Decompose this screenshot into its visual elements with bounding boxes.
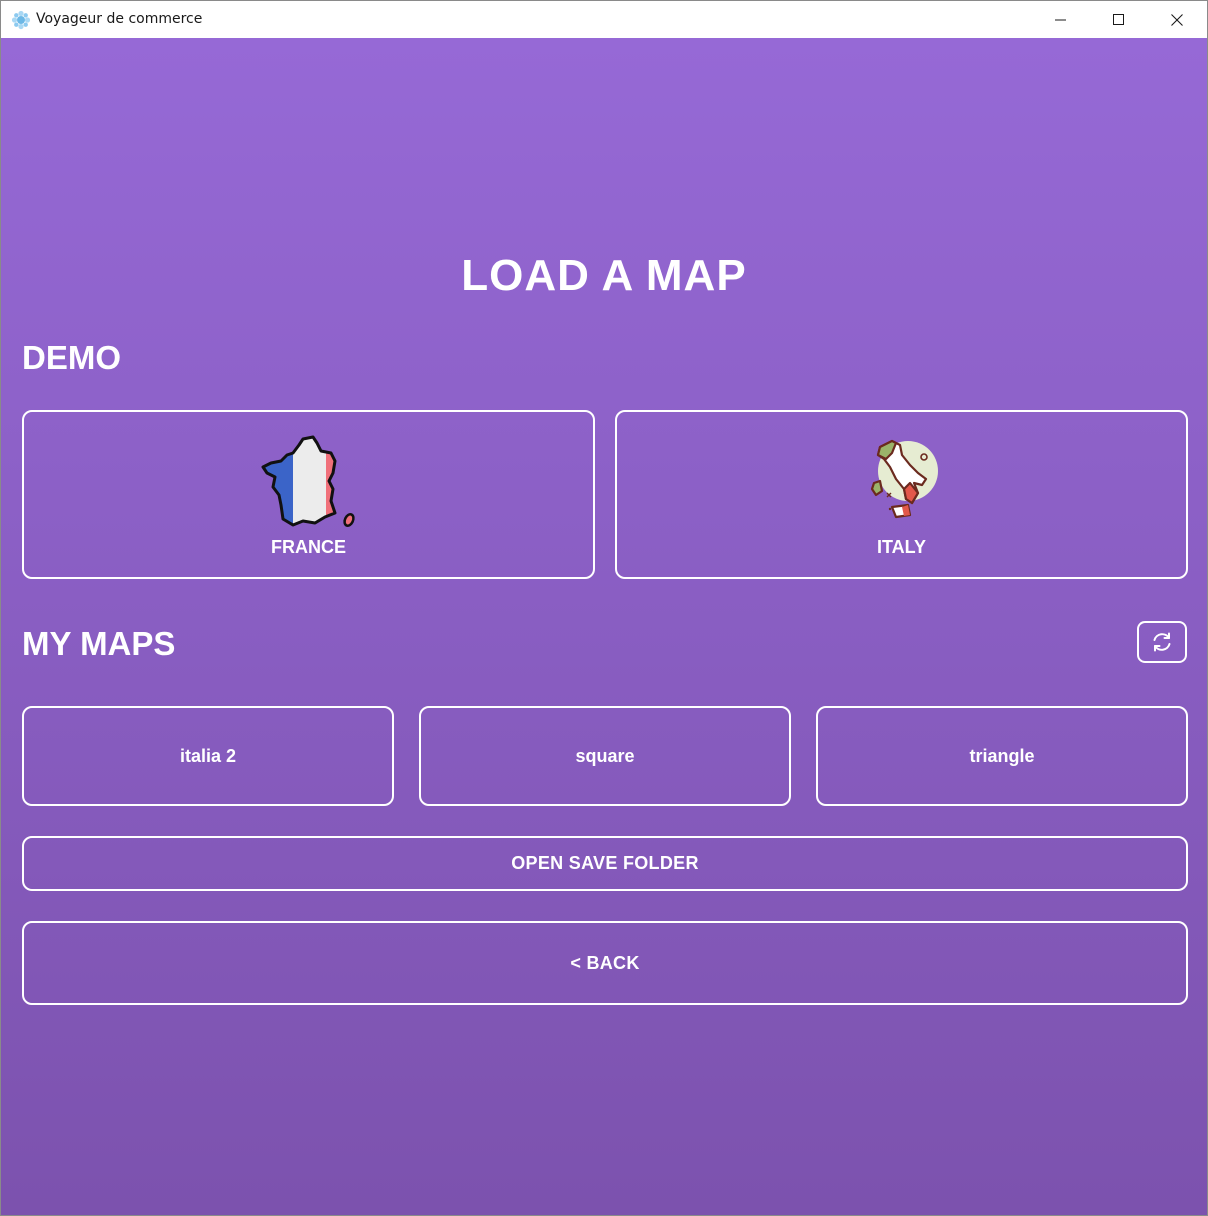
back-label: < BACK — [570, 952, 640, 973]
france-label: FRANCE — [271, 537, 346, 557]
open-save-folder-label: OPEN SAVE FOLDER — [511, 853, 699, 873]
app-icon — [11, 10, 31, 30]
france-map-icon — [261, 435, 355, 527]
demo-heading: DEMO — [22, 339, 121, 376]
close-button[interactable] — [1148, 1, 1206, 38]
maximize-icon — [1113, 13, 1124, 25]
page-title: LOAD A MAP — [461, 251, 747, 300]
open-save-folder-button[interactable]: OPEN SAVE FOLDER — [22, 836, 1188, 891]
my-map-triangle[interactable]: triangle — [816, 706, 1188, 806]
my-map-italia-2[interactable]: italia 2 — [22, 706, 394, 806]
my-maps-heading: MY MAPS — [22, 625, 176, 662]
minimize-button[interactable] — [1032, 1, 1090, 38]
refresh-button[interactable] — [1137, 621, 1187, 663]
maximize-button[interactable] — [1090, 1, 1148, 38]
load-map-screen: LOAD A MAP DEMO FRANCE ITALY MY MAPS ita… — [1, 38, 1207, 1215]
italy-label: ITALY — [876, 537, 926, 557]
minimize-icon — [1055, 19, 1066, 20]
my-map-label: square — [575, 745, 635, 766]
refresh-icon — [1153, 632, 1171, 652]
demo-card-france[interactable]: FRANCE — [22, 410, 595, 579]
my-map-label: italia 2 — [179, 745, 237, 766]
demo-card-italy[interactable]: ITALY — [615, 410, 1188, 579]
back-button[interactable]: < BACK — [22, 921, 1188, 1005]
my-map-square[interactable]: square — [419, 706, 791, 806]
window-title: Voyageur de commerce — [36, 11, 203, 27]
my-map-label: triangle — [969, 745, 1035, 766]
app-window: Voyageur de commerce LOAD A MAP DEMO FRA… — [0, 0, 1208, 1216]
italy-map-icon — [870, 439, 938, 519]
title-bar: Voyageur de commerce — [1, 1, 1207, 38]
close-icon — [1171, 13, 1183, 26]
